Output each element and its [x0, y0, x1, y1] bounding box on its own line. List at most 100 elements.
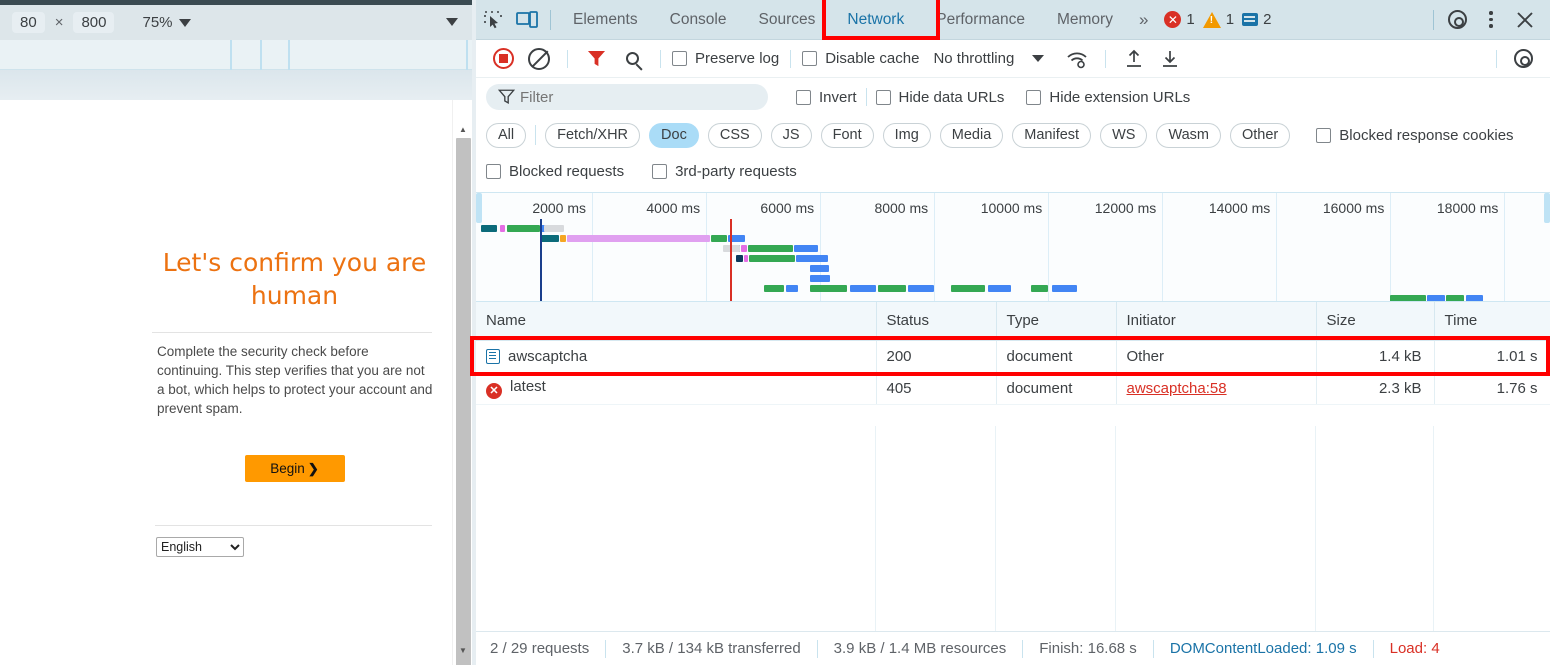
device-height-input[interactable]: 800	[73, 12, 115, 33]
column-header-initiator[interactable]: Initiator	[1116, 302, 1317, 341]
language-select[interactable]: English	[156, 537, 244, 557]
throttling-value: No throttling	[933, 50, 1015, 67]
message-icon	[1242, 13, 1259, 26]
captcha-title: Let's confirm you are human	[162, 248, 427, 310]
close-devtools-icon[interactable]	[1508, 5, 1542, 35]
export-har-icon[interactable]	[1153, 44, 1187, 74]
request-name: latest	[510, 377, 546, 395]
device-zoom-select[interactable]: 75%	[142, 14, 191, 31]
column-header-type[interactable]: Type	[996, 302, 1117, 341]
timeline-waterfall-bar	[506, 225, 540, 232]
devtools-panel: Elements Console Sources Network Perform…	[470, 0, 1550, 665]
toolbar-divider-1	[567, 49, 568, 68]
warning-counter[interactable]: 1	[1202, 11, 1234, 28]
blocked-requests-checkbox[interactable]: Blocked requests	[486, 163, 624, 180]
checkbox-box	[802, 51, 818, 66]
screenshot-root: 80 × 800 75% Let's confirm you are human…	[0, 0, 1550, 665]
timeline-waterfall-bar	[748, 245, 793, 252]
chip-media[interactable]: Media	[939, 122, 1004, 148]
cell-initiator[interactable]: awscaptcha:58	[1116, 372, 1317, 405]
filter-toggle-icon[interactable]	[579, 44, 613, 74]
timeline-waterfall-bar	[1426, 295, 1446, 301]
kebab-menu-icon[interactable]	[1474, 5, 1508, 35]
resource-type-chips: All Fetch/XHR Doc CSS JS Font Img Media …	[476, 116, 1550, 154]
timeline-waterfall-bar	[480, 225, 497, 232]
network-conditions-wifi-icon[interactable]	[1060, 44, 1094, 74]
column-header-name[interactable]: Name	[476, 302, 877, 341]
hide-data-urls-label: Hide data URLs	[898, 88, 1005, 106]
chip-doc[interactable]: Doc	[649, 122, 699, 148]
tab-sources[interactable]: Sources	[743, 0, 832, 40]
begin-button[interactable]: Begin ❯	[244, 455, 345, 482]
timeline-waterfall-bar	[793, 245, 818, 252]
tab-elements[interactable]: Elements	[557, 0, 654, 40]
column-header-size[interactable]: Size	[1316, 302, 1435, 341]
preserve-log-checkbox[interactable]: Preserve log	[672, 50, 779, 67]
table-row[interactable]: ✕ latest 405 document awscaptcha:58 2.3 k…	[476, 372, 1550, 405]
record-button[interactable]	[486, 44, 520, 74]
settings-gear-icon[interactable]	[1440, 5, 1474, 35]
status-load: Load: 4	[1389, 640, 1440, 657]
chip-manifest[interactable]: Manifest	[1012, 122, 1092, 148]
chip-other[interactable]: Other	[1230, 122, 1291, 148]
table-row[interactable]: awscaptcha 200 document Other 1.4 kB 1.0…	[476, 340, 1550, 373]
timeline-waterfall-bar	[735, 255, 743, 262]
tab-console[interactable]: Console	[654, 0, 743, 40]
chip-js[interactable]: JS	[770, 122, 812, 148]
filter-divider-1	[865, 88, 867, 106]
chip-img[interactable]: Img	[882, 122, 931, 148]
inspect-element-icon[interactable]	[476, 5, 510, 35]
blocked-response-cookies-checkbox[interactable]: Blocked response cookies	[1316, 127, 1514, 144]
chip-wasm[interactable]: Wasm	[1156, 122, 1221, 148]
checkbox-box	[1316, 127, 1332, 143]
chip-all[interactable]: All	[486, 122, 527, 148]
import-har-icon[interactable]	[1117, 44, 1151, 74]
disable-cache-checkbox[interactable]: Disable cache	[802, 50, 919, 67]
column-header-time[interactable]: Time	[1434, 302, 1550, 341]
device-toolbar-toggle-icon[interactable]	[510, 5, 544, 35]
checkbox-box	[652, 163, 668, 179]
initiator-link[interactable]: awscaptcha:58	[1127, 380, 1227, 397]
tabbar-divider	[550, 9, 551, 30]
status-finish: Finish: 16.68 s	[1039, 640, 1137, 657]
error-counter[interactable]: ✕ 1	[1164, 11, 1195, 28]
checkbox-box	[1026, 89, 1042, 105]
filter-input[interactable]	[486, 84, 768, 110]
filter-input-wrapper	[486, 84, 768, 110]
network-settings-gear-icon[interactable]	[1506, 44, 1540, 74]
chip-fetch-xhr[interactable]: Fetch/XHR	[545, 122, 641, 148]
timeline-marker-domcontentloaded	[540, 219, 543, 301]
hide-extension-urls-checkbox[interactable]: Hide extension URLs	[1026, 89, 1190, 106]
search-icon[interactable]	[615, 44, 649, 74]
chip-css[interactable]: CSS	[707, 122, 762, 148]
tab-network[interactable]: Network	[831, 0, 920, 40]
tab-performance[interactable]: Performance	[920, 0, 1041, 40]
scroll-up-arrow-icon[interactable]: ▲	[453, 120, 473, 138]
invert-checkbox[interactable]: Invert	[796, 89, 857, 106]
timeline-left-handle[interactable]	[476, 193, 482, 223]
scroll-down-arrow-icon[interactable]: ▼	[453, 641, 473, 659]
hide-data-urls-checkbox[interactable]: Hide data URLs	[875, 88, 1005, 106]
network-timeline-overview[interactable]: 2000 ms 4000 ms 6000 ms 8000 ms 10000 ms 1200…	[476, 192, 1550, 302]
device-width-input[interactable]: 80	[12, 12, 45, 33]
timeline-waterfall-bar	[763, 285, 784, 292]
chip-ws[interactable]: WS	[1100, 122, 1148, 148]
message-counter[interactable]: 2	[1242, 11, 1271, 28]
timeline-waterfall-bar	[1390, 295, 1426, 301]
device-more-options-icon[interactable]	[446, 18, 458, 26]
clear-button[interactable]	[522, 44, 556, 74]
chip-font[interactable]: Font	[820, 122, 874, 148]
column-header-status[interactable]: Status	[876, 302, 997, 341]
page-vertical-scrollbar[interactable]: ▲ ▼	[452, 100, 472, 665]
timeline-right-handle[interactable]	[1544, 193, 1550, 223]
cell-name[interactable]: ✕ latest	[476, 372, 877, 405]
third-party-requests-checkbox[interactable]: 3rd-party requests	[652, 163, 797, 180]
throttling-select[interactable]: No throttling	[933, 50, 1045, 67]
cell-name[interactable]: awscaptcha	[476, 340, 877, 373]
timeline-tick-label: 16000 ms	[1322, 200, 1385, 216]
more-tabs-icon[interactable]: »	[1129, 10, 1156, 30]
timeline-waterfall-bar	[710, 235, 727, 242]
tab-memory[interactable]: Memory	[1041, 0, 1129, 40]
network-status-bar: 2 / 29 requests 3.7 kB / 134 kB transfer…	[476, 631, 1550, 665]
scrollbar-thumb[interactable]	[456, 138, 471, 665]
